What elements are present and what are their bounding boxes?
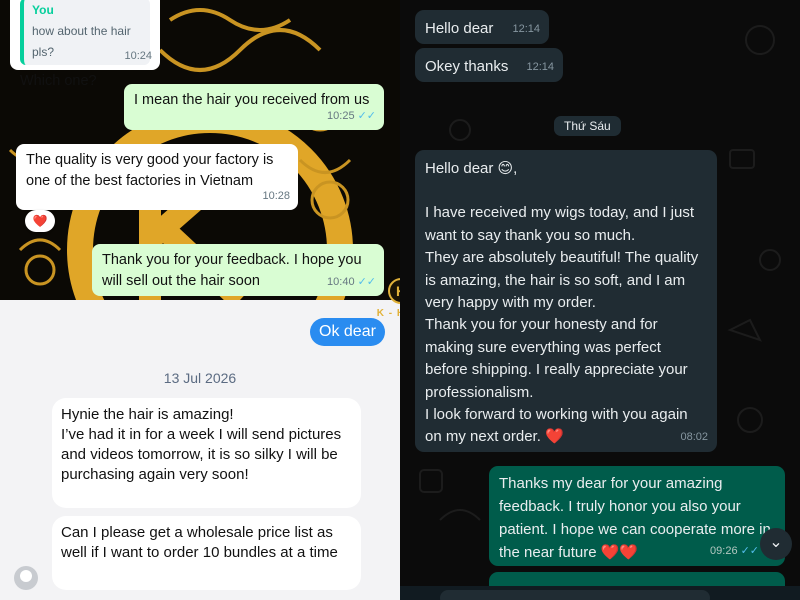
- message-ok-dear[interactable]: Ok dear: [310, 318, 385, 346]
- message-received-wigs[interactable]: Hello dear 😊, I have received my wigs to…: [415, 150, 717, 452]
- input-bar[interactable]: [400, 586, 800, 600]
- heart-reaction-icon[interactable]: ❤️: [25, 210, 55, 232]
- read-ticks-icon: ✓✓: [357, 276, 376, 288]
- whatsapp-chat-dark: Hello dear 12:14 Okey thanks 12:14 Thứ S…: [400, 0, 800, 600]
- message-okey-thanks[interactable]: Okey thanks 12:14: [415, 48, 563, 82]
- avatar[interactable]: [14, 566, 38, 590]
- whatsapp-chat-light-bubbles: You how about the hair pls? Which one? 1…: [0, 0, 400, 300]
- message-hello-dear[interactable]: Hello dear 12:14: [415, 10, 549, 44]
- read-ticks-icon: ✓✓: [740, 545, 759, 557]
- heart-emoji-icon: ❤️: [545, 428, 564, 446]
- message-input[interactable]: [440, 590, 710, 600]
- date-separator: 13 Jul 2026: [163, 370, 237, 386]
- day-separator: Thứ Sáu: [554, 116, 621, 136]
- messenger-chat: Ok dear 13 Jul 2026 Hynie the hair is am…: [0, 300, 400, 600]
- read-ticks-icon: ✓✓: [357, 110, 376, 122]
- message-thank-you-feedback[interactable]: Thank you for your feedback. I hope you …: [92, 244, 384, 296]
- message-hair-amazing[interactable]: Hynie the hair is amazing! I’ve had it i…: [52, 398, 361, 508]
- hearts-emoji-icon: ❤️❤️: [600, 544, 639, 561]
- chevron-double-down-icon[interactable]: ⌄: [760, 528, 792, 560]
- message-thanks-my-dear[interactable]: Thanks my dear for your amazing feedback…: [489, 466, 785, 566]
- message-wholesale-price[interactable]: Can I please get a wholesale price list …: [52, 516, 361, 590]
- message-quality-very-good[interactable]: The quality is very good your factory is…: [16, 144, 298, 210]
- message-which-one[interactable]: You how about the hair pls? Which one? 1…: [10, 0, 160, 89]
- message-i-mean-the-hair[interactable]: I mean the hair you received from us 10:…: [124, 84, 384, 130]
